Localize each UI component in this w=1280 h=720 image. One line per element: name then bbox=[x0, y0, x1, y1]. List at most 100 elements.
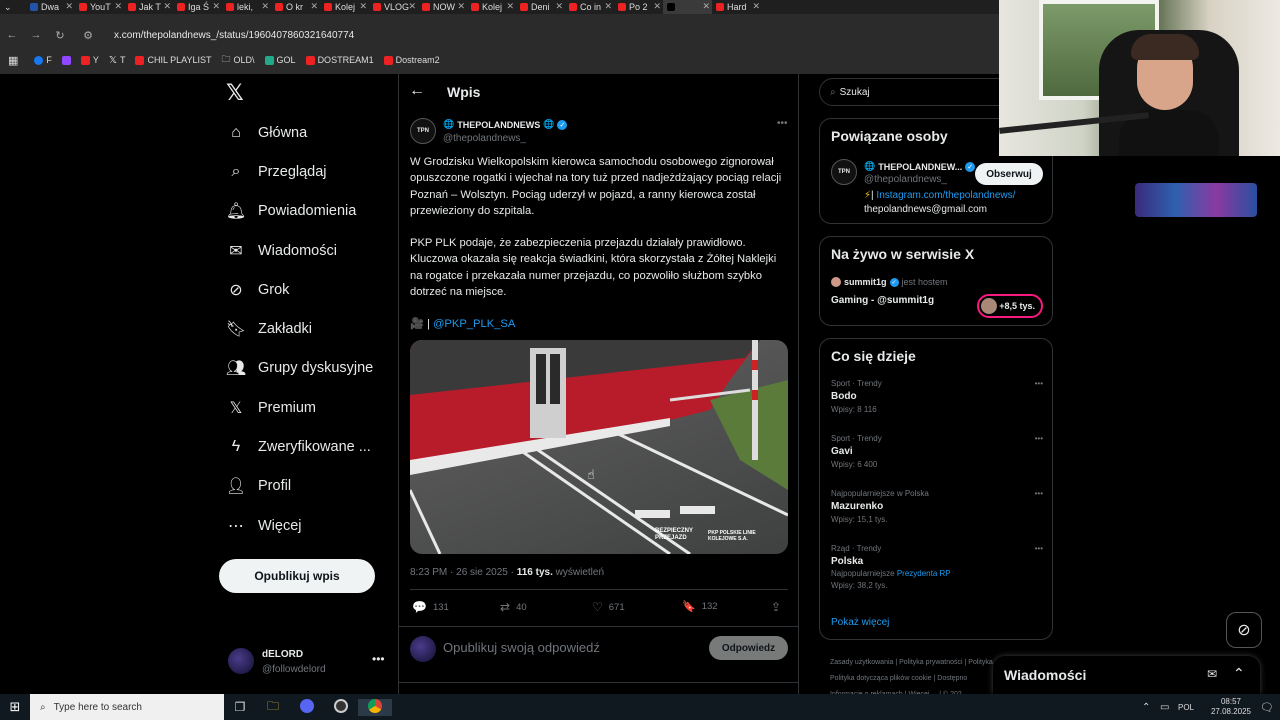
browser-tab[interactable]: Deni ✕ bbox=[516, 0, 565, 14]
nav-item-2[interactable]: 🔔︎ Powiadomienia bbox=[218, 192, 388, 231]
forward-icon[interactable]: → bbox=[24, 29, 48, 41]
bookmark-dostream1[interactable]: DOSTREAM1 bbox=[305, 55, 374, 65]
live-stream-title[interactable]: Gaming - @summit1g bbox=[831, 295, 934, 306]
follow-button[interactable]: Obserwuj bbox=[975, 163, 1043, 185]
browser-tab[interactable]: VLOG ✕ bbox=[369, 0, 418, 14]
close-tab-icon[interactable]: ✕ bbox=[702, 1, 710, 12]
trend-item[interactable]: Sport · Trendy Bodo Wpisy: 8 116 ••• bbox=[831, 379, 1043, 429]
bookmark-folder-old[interactable]: 🗀 OLD\ bbox=[222, 52, 255, 68]
live-viewers-badge[interactable]: +8,5 tys. bbox=[977, 294, 1043, 318]
post-button[interactable]: Opublikuj wpis bbox=[219, 559, 375, 593]
url-field[interactable]: x.com/thepolandnews_/status/196040786032… bbox=[114, 30, 354, 41]
notifications-icon[interactable]: 🗨 bbox=[1254, 701, 1280, 714]
language-indicator[interactable]: POL bbox=[1178, 703, 1208, 712]
tab-list-button[interactable]: ⌄ bbox=[0, 0, 26, 14]
reload-icon[interactable]: ↻ bbox=[48, 29, 72, 42]
tweet-handle[interactable]: @thepolandnews_ bbox=[443, 133, 526, 144]
back-arrow-icon[interactable]: ← bbox=[409, 82, 425, 100]
related-avatar[interactable]: TPN bbox=[831, 159, 857, 185]
bookmark-button[interactable]: 🔖 132 bbox=[682, 600, 718, 613]
bookmark-dostream2[interactable]: Dostream2 bbox=[383, 55, 440, 65]
close-tab-icon[interactable]: ✕ bbox=[408, 1, 416, 12]
nav-item-1[interactable]: ⌕ Przeglądaj bbox=[218, 152, 388, 191]
browser-tab[interactable]: Co in ✕ bbox=[565, 0, 614, 14]
browser-tab[interactable]: Jak T ✕ bbox=[124, 0, 173, 14]
close-tab-icon[interactable]: ✕ bbox=[261, 1, 269, 12]
show-more-link[interactable]: Pokaż więcej bbox=[831, 617, 889, 628]
nav-item-6[interactable]: 👥︎ Grupy dyskusyjne bbox=[218, 349, 388, 388]
clock[interactable]: 08:57 27.08.2025 bbox=[1208, 697, 1254, 717]
browser-tab[interactable]: Kolej ✕ bbox=[320, 0, 369, 14]
tweet-more-icon[interactable]: ••• bbox=[777, 118, 788, 129]
x-logo-icon[interactable]: 𝕏 bbox=[226, 80, 244, 106]
back-icon[interactable]: ← bbox=[0, 29, 24, 41]
footer-link[interactable]: Polityka dotycząca plików cookie bbox=[830, 675, 932, 682]
bookmark-chil-playlist[interactable]: CHIL PLAYLIST bbox=[135, 55, 212, 65]
grok-floating-button[interactable]: ⊘ bbox=[1226, 612, 1262, 648]
nav-item-4[interactable]: ⊘ Grok bbox=[218, 270, 388, 309]
nav-item-0[interactable]: ⌂ Główna bbox=[218, 113, 388, 152]
nav-item-3[interactable]: ✉ Wiadomości bbox=[218, 231, 388, 270]
close-tab-icon[interactable]: ✕ bbox=[555, 1, 563, 12]
browser-tab[interactable]: Po 2 ✕ bbox=[614, 0, 663, 14]
browser-tab[interactable]: NOW ✕ bbox=[418, 0, 467, 14]
bookmark-gol[interactable]: GOL bbox=[264, 55, 296, 65]
trend-item[interactable]: Sport · Trendy Gavi Wpisy: 6 400 ••• bbox=[831, 434, 1043, 484]
file-explorer-icon[interactable]: 🗀 bbox=[256, 697, 290, 718]
close-tab-icon[interactable]: ✕ bbox=[653, 1, 661, 12]
nav-item-7[interactable]: 𝕏 Premium bbox=[218, 388, 388, 427]
bookmark-twitch[interactable] bbox=[61, 55, 71, 65]
footer-link[interactable]: Zasady użytkowania bbox=[830, 659, 893, 666]
more-icon[interactable]: ••• bbox=[1035, 544, 1043, 553]
new-message-icon[interactable]: ✉ bbox=[1207, 667, 1217, 681]
more-icon[interactable]: ••• bbox=[1035, 434, 1043, 443]
more-icon[interactable]: ••• bbox=[1035, 489, 1043, 498]
more-icon[interactable]: ••• bbox=[1035, 379, 1043, 388]
taskbar-search[interactable]: ⌕ Type here to search bbox=[30, 694, 224, 720]
messages-dock[interactable]: Wiadomości ✉ ⌃ bbox=[993, 656, 1260, 694]
browser-tab[interactable]: Hard ✕ bbox=[712, 0, 762, 14]
like-button[interactable]: ♡ 671 bbox=[592, 600, 625, 614]
nav-item-9[interactable]: 👤︎ Profil bbox=[218, 467, 388, 506]
browser-tab[interactable]: O kr ✕ bbox=[271, 0, 320, 14]
tray-chevron-icon[interactable]: ⌃ bbox=[1142, 702, 1160, 713]
bookmark-youtube[interactable]: Y bbox=[80, 55, 99, 65]
trend-item[interactable]: Rząd · Trendy Polska Najpopularniejsze Pre… bbox=[831, 544, 1043, 594]
chrome-icon[interactable] bbox=[358, 698, 392, 716]
reply-button[interactable]: 💬 131 bbox=[412, 600, 449, 614]
close-tab-icon[interactable]: ✕ bbox=[114, 1, 122, 12]
close-tab-icon[interactable]: ✕ bbox=[65, 1, 73, 12]
close-tab-icon[interactable]: ✕ bbox=[212, 1, 220, 12]
more-icon[interactable]: ••• bbox=[372, 652, 385, 666]
site-info-icon[interactable]: ⚙ bbox=[76, 29, 100, 42]
network-icon[interactable]: ▭ bbox=[1160, 702, 1178, 713]
bio-link[interactable]: Instagram.com/thepolandnews/ bbox=[876, 190, 1015, 201]
trend-item[interactable]: Najpopularniejsze w Polska Mazurenko Wpisy… bbox=[831, 489, 1043, 539]
reply-submit-button[interactable]: Odpowiedz bbox=[709, 636, 788, 660]
browser-tab[interactable]: Dwa ✕ bbox=[26, 0, 75, 14]
close-tab-icon[interactable]: ✕ bbox=[359, 1, 367, 12]
obs-icon[interactable] bbox=[324, 698, 358, 716]
browser-tab[interactable]: YouT ✕ bbox=[75, 0, 124, 14]
browser-tab[interactable]: Kolej ✕ bbox=[467, 0, 516, 14]
windows-start-icon[interactable]: ⊞ bbox=[0, 699, 30, 715]
close-tab-icon[interactable]: ✕ bbox=[457, 1, 465, 12]
discord-icon[interactable] bbox=[290, 698, 324, 716]
bookmark-facebook[interactable]: F bbox=[34, 55, 52, 65]
footer-link[interactable]: Polityka bbox=[968, 659, 993, 666]
close-tab-icon[interactable]: ✕ bbox=[310, 1, 318, 12]
apps-icon[interactable]: ▦ bbox=[8, 54, 18, 67]
close-tab-icon[interactable]: ✕ bbox=[163, 1, 171, 12]
live-host[interactable]: summit1g ✓ jest hostem bbox=[831, 277, 948, 287]
browser-tab[interactable]: Iga Ś ✕ bbox=[173, 0, 222, 14]
bookmark-x[interactable]: 𝕏T bbox=[109, 55, 126, 66]
repost-button[interactable]: ⇄ 40 bbox=[500, 600, 527, 614]
expand-icon[interactable]: ⌃ bbox=[1233, 665, 1245, 682]
close-tab-icon[interactable]: ✕ bbox=[506, 1, 514, 12]
related-name[interactable]: 🌐 THEPOLANDNEW... ✓ bbox=[864, 161, 976, 172]
footer-link[interactable]: Dostępno bbox=[937, 675, 967, 682]
mention-link[interactable]: @PKP_PLK_SA bbox=[433, 318, 515, 330]
tweet-avatar[interactable]: TPN bbox=[410, 118, 436, 144]
footer-link[interactable]: Polityka prywatności bbox=[899, 659, 962, 666]
nav-item-8[interactable]: ϟ Zweryfikowane ... bbox=[218, 427, 388, 466]
